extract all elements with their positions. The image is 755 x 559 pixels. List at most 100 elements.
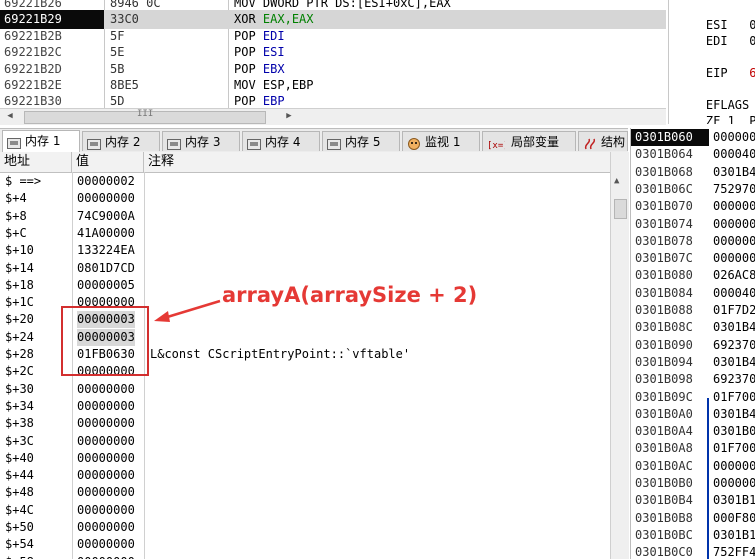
tab-2[interactable]: 内存 2 xyxy=(82,131,160,151)
stack-value[interactable]: 0301B4 xyxy=(713,406,755,423)
dump-value[interactable]: 00000000 xyxy=(77,433,135,450)
dump-vertical-scrollbar[interactable]: ▲ xyxy=(610,152,629,559)
stack-value[interactable]: 01F700 xyxy=(713,389,755,406)
stack-row[interactable]: 0301B088 01F7D2 xyxy=(631,302,755,319)
dump-value[interactable]: 00000000 xyxy=(77,398,135,415)
tab-4[interactable]: 内存 4 xyxy=(242,131,320,151)
stack-value[interactable]: 0301B1 xyxy=(713,492,755,509)
dump-value[interactable]: 00000002 xyxy=(77,173,135,190)
dump-row[interactable]: $+3C 00000000 xyxy=(0,433,610,450)
dump-value[interactable]: 00000000 xyxy=(77,519,135,536)
stack-row[interactable]: 0301B08C 0301B4 xyxy=(631,319,755,336)
stack-row[interactable]: 0301B098 692370 xyxy=(631,371,755,388)
dump-row[interactable]: $+C 41A00000 xyxy=(0,225,610,242)
stack-value[interactable]: 000000 xyxy=(713,475,755,492)
stack-row[interactable]: 0301B070 000000 xyxy=(631,198,755,215)
tab-8[interactable]: 结构 xyxy=(578,131,628,151)
flag-zf-value[interactable]: 1 xyxy=(728,114,735,124)
dump-value[interactable]: 133224EA xyxy=(77,242,135,259)
tab-6[interactable]: 监视 1 xyxy=(402,131,480,151)
stack-value[interactable]: 000F80 xyxy=(713,510,755,527)
dump-row[interactable]: $+48 00000000 xyxy=(0,484,610,501)
dump-value[interactable]: 41A00000 xyxy=(77,225,135,242)
dump-value[interactable]: 0801D7CD xyxy=(77,260,135,277)
dump-row[interactable]: $ ==> 00000002 xyxy=(0,173,610,190)
stack-row[interactable]: 0301B0BC 0301B1 xyxy=(631,527,755,544)
stack-value[interactable]: 000040 xyxy=(713,146,755,163)
dump-value[interactable]: 00000005 xyxy=(77,277,135,294)
stack-row[interactable]: 0301B0A4 0301B0 xyxy=(631,423,755,440)
stack-row[interactable]: 0301B0C0 752FF4 xyxy=(631,544,755,559)
stack-row[interactable]: 0301B06C 752970 xyxy=(631,181,755,198)
stack-value[interactable]: 692370 xyxy=(713,337,755,354)
stack-row[interactable]: 0301B078 000000 xyxy=(631,233,755,250)
stack-value[interactable]: 000000 xyxy=(713,250,755,267)
stack-row[interactable]: 0301B0B8 000F80 xyxy=(631,510,755,527)
stack-value[interactable]: 0301B0 xyxy=(713,423,755,440)
stack-value[interactable]: 000000 xyxy=(713,458,755,475)
stack-value[interactable]: 000000 xyxy=(713,233,755,250)
dump-row[interactable]: $+44 00000000 xyxy=(0,467,610,484)
stack-row[interactable]: 0301B0B4 0301B1 xyxy=(631,492,755,509)
stack-row[interactable]: 0301B0B0 000000 xyxy=(631,475,755,492)
dump-row[interactable]: $+10 133224EA xyxy=(0,242,610,259)
stack-value[interactable]: 000040 xyxy=(713,285,755,302)
dump-row[interactable]: $+58 00000000 xyxy=(0,554,610,559)
stack-value[interactable]: 0301B1 xyxy=(713,527,755,544)
dump-row[interactable]: $+38 00000000 xyxy=(0,415,610,432)
stack-row[interactable]: 0301B0AC 000000 xyxy=(631,458,755,475)
dump-row[interactable]: $+30 00000000 xyxy=(0,381,610,398)
stack-value[interactable]: 01F7D2 xyxy=(713,302,755,319)
dump-value[interactable]: 74C9000A xyxy=(77,208,135,225)
header-address[interactable]: 地址 xyxy=(0,152,72,172)
dump-row[interactable]: $+8 74C9000A xyxy=(0,208,610,225)
stack-row[interactable]: 0301B0A0 0301B4 xyxy=(631,406,755,423)
stack-value[interactable]: 01F700 xyxy=(713,440,755,457)
dump-value[interactable]: 00000000 xyxy=(77,415,135,432)
stack-pane[interactable]: 0301B060000000000301B0640000400301B06803… xyxy=(630,128,755,559)
stack-value[interactable]: 752FF4 xyxy=(713,544,755,559)
stack-value[interactable]: 0301B4 xyxy=(713,319,755,336)
stack-value[interactable]: 0301B4 xyxy=(713,164,755,181)
dump-row[interactable]: $+4C 00000000 xyxy=(0,502,610,519)
tab-5[interactable]: 内存 5 xyxy=(322,131,400,151)
dump-value[interactable]: 00000000 xyxy=(77,190,135,207)
stack-value[interactable]: 752970 xyxy=(713,181,755,198)
stack-value[interactable]: 000000 xyxy=(713,198,755,215)
stack-row[interactable]: 0301B074 000000 xyxy=(631,216,755,233)
register-edi-value[interactable]: 0000 xyxy=(749,34,755,48)
stack-row[interactable]: 0301B0A8 01F700 xyxy=(631,440,755,457)
dump-value[interactable]: 00000000 xyxy=(77,467,135,484)
stack-row[interactable]: 0301B080 026AC8 xyxy=(631,267,755,284)
tab-7[interactable]: [x=] 局部变量 xyxy=(482,131,576,151)
dump-row[interactable]: $+50 00000000 xyxy=(0,519,610,536)
dump-value[interactable]: 00000000 xyxy=(77,554,135,559)
scroll-up-icon[interactable]: ▲ xyxy=(614,176,619,186)
header-comment[interactable]: 注释 xyxy=(144,152,610,172)
scrollbar-thumb[interactable] xyxy=(614,199,627,219)
scrollbar-thumb[interactable]: III xyxy=(24,109,266,124)
register-eip-value[interactable]: 6922 xyxy=(749,66,755,80)
dump-row[interactable]: $+4 00000000 xyxy=(0,190,610,207)
stack-value[interactable]: 000000 xyxy=(713,216,755,233)
dump-value[interactable]: 00000000 xyxy=(77,502,135,519)
stack-row[interactable]: 0301B084 000040 xyxy=(631,285,755,302)
dump-value[interactable]: 00000000 xyxy=(77,381,135,398)
dump-row[interactable]: $+34 00000000 xyxy=(0,398,610,415)
disasm-row[interactable]: 69221B30 5D POP EBP xyxy=(0,92,666,108)
dump-value[interactable]: 00000000 xyxy=(77,450,135,467)
dump-value[interactable]: 00000000 xyxy=(77,484,135,501)
stack-value[interactable]: 692370 xyxy=(713,371,755,388)
scroll-left-icon[interactable]: ◀ xyxy=(3,110,17,123)
header-value[interactable]: 值 xyxy=(72,152,144,172)
stack-row[interactable]: 0301B09C 01F700 xyxy=(631,389,755,406)
stack-value[interactable]: 0301B4 xyxy=(713,354,755,371)
registers-pane[interactable]: ESI 0265 EDI 0000 EIP 6922 EFLAGS 0 ZF 1… xyxy=(668,0,755,124)
disasm-horizontal-scrollbar[interactable]: ◀ III ▶ xyxy=(0,108,666,125)
stack-row[interactable]: 0301B068 0301B4 xyxy=(631,164,755,181)
stack-row[interactable]: 0301B064 000040 xyxy=(631,146,755,163)
dump-row[interactable]: $+54 00000000 xyxy=(0,536,610,553)
stack-value[interactable]: 026AC8 xyxy=(713,267,755,284)
disassembly-pane[interactable]: 69221B26 8946 0C MOV DWORD PTR DS:[ESI+0xC… xyxy=(0,0,666,109)
stack-row[interactable]: 0301B090 692370 xyxy=(631,337,755,354)
